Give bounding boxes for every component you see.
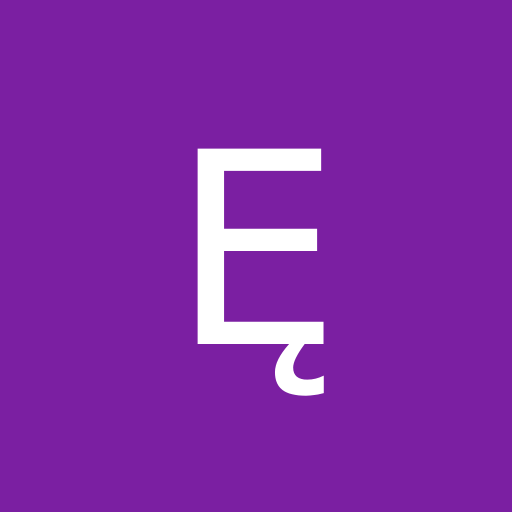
letter-avatar: Ę [0,0,512,512]
avatar-letter: Ę [171,96,341,408]
